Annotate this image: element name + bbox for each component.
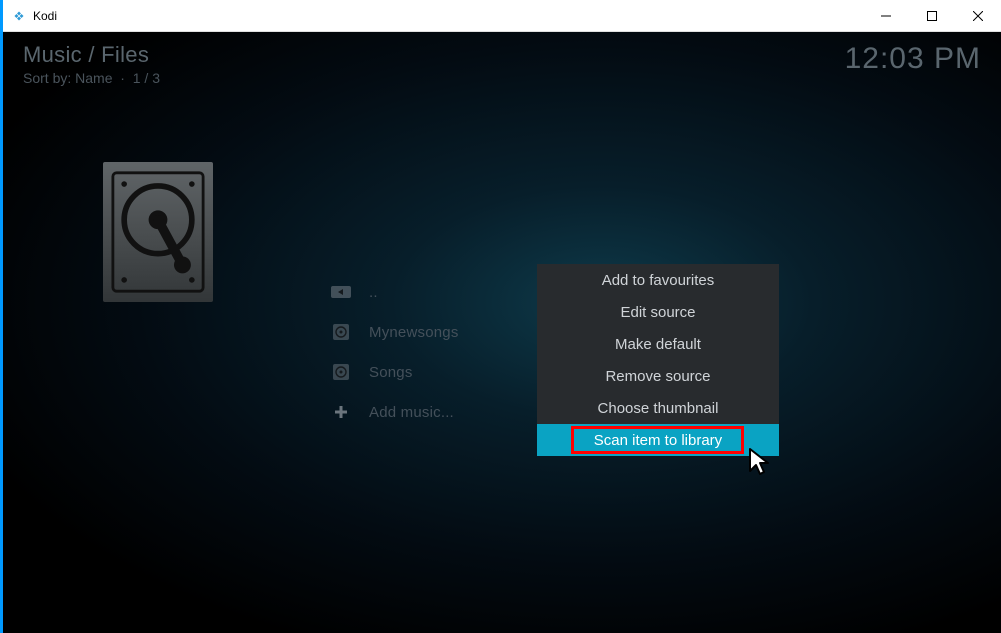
context-menu-item-scan[interactable]: Scan item to library	[537, 424, 779, 456]
sort-field: Name	[75, 70, 112, 86]
window-titlebar: Kodi	[3, 0, 1001, 32]
context-menu-item-thumbnail[interactable]: Choose thumbnail	[537, 392, 779, 424]
sort-line[interactable]: Sort by: Name · 1 / 3	[23, 70, 160, 86]
list-item-label: ..	[369, 284, 378, 301]
kodi-logo-icon	[11, 8, 27, 24]
disc-icon	[331, 363, 351, 381]
harddrive-icon	[111, 170, 205, 294]
context-menu: Add to favourites Edit source Make defau…	[537, 264, 779, 456]
context-label: Choose thumbnail	[598, 400, 719, 417]
context-label: Edit source	[620, 304, 695, 321]
window-title: Kodi	[33, 9, 57, 23]
context-menu-item-edit[interactable]: Edit source	[537, 296, 779, 328]
context-menu-item-default[interactable]: Make default	[537, 328, 779, 360]
list-item-label: Add music...	[369, 404, 454, 421]
disc-icon	[331, 323, 351, 341]
maximize-button[interactable]	[909, 0, 955, 31]
breadcrumb: Music / Files	[23, 42, 160, 68]
context-menu-item-remove[interactable]: Remove source	[537, 360, 779, 392]
context-menu-item-favourites[interactable]: Add to favourites	[537, 264, 779, 296]
source-thumbnail	[103, 162, 213, 302]
context-label: Scan item to library	[594, 432, 722, 449]
context-label: Remove source	[605, 368, 710, 385]
sort-prefix: Sort by:	[23, 70, 75, 86]
context-label: Add to favourites	[602, 272, 715, 289]
minimize-button[interactable]	[863, 0, 909, 31]
list-item-label: Mynewsongs	[369, 324, 459, 341]
kodi-app-body: Music / Files Sort by: Name · 1 / 3 12:0…	[3, 32, 1001, 633]
clock: 12:03 PM	[845, 42, 981, 76]
window-controls	[863, 0, 1001, 31]
list-item-label: Songs	[369, 364, 413, 381]
plus-icon	[331, 404, 351, 420]
close-button[interactable]	[955, 0, 1001, 31]
back-arrow-icon	[331, 284, 351, 300]
item-count: 1 / 3	[133, 70, 160, 86]
context-label: Make default	[615, 336, 701, 353]
